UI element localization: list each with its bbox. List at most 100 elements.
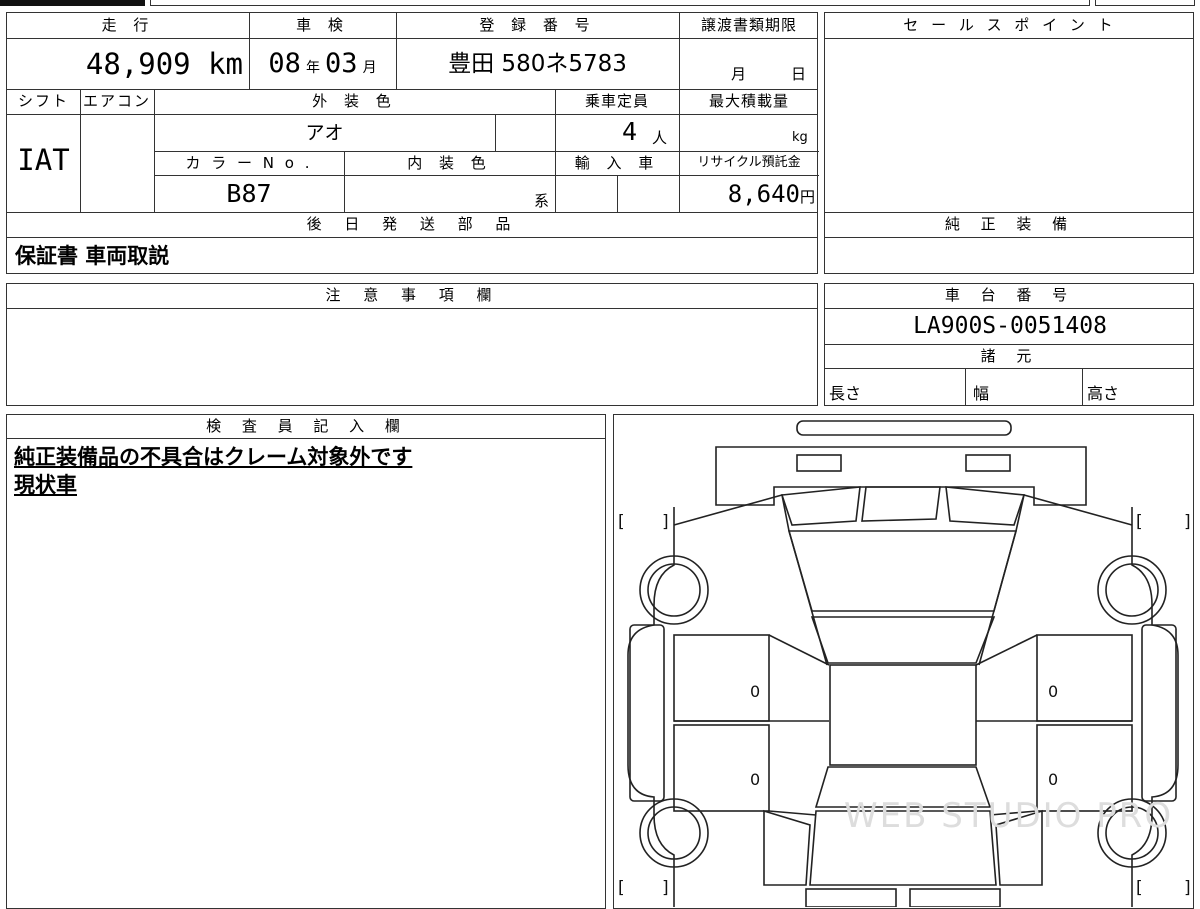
col-divider [495, 114, 496, 151]
row-divider [825, 237, 1193, 238]
inspector-note-line2: 現状車 [14, 473, 77, 497]
top-strip [0, 0, 1200, 6]
hood-center-panel [861, 486, 941, 522]
left-front-door [673, 634, 770, 722]
mileage-label: 走 行 [101, 16, 155, 34]
genuine-equipment-label: 純 正 装 備 [944, 215, 1076, 233]
notes-box: 注 意 事 項 欄 [6, 283, 818, 406]
inspector-label: 検 査 員 記 入 欄 [206, 417, 408, 435]
bracket-br-open: [ [1136, 878, 1143, 898]
recycle-amount: 8,640円 [679, 179, 815, 212]
row-divider [7, 308, 817, 309]
inspection-year: 08 [268, 48, 301, 79]
capacity-value: 4 [621, 117, 637, 146]
chassis-box: 車 台 番 号 LA900S-0051408 諸 元 長さ 幅 高さ [824, 283, 1194, 406]
right-front-door [1036, 634, 1133, 722]
subrow-divider [154, 175, 819, 176]
color-no-label: カ ラ ー N o . [185, 154, 313, 172]
vehicle-info-table: 走 行 車 検 登 録 番 号 譲渡書類期限 48,909 km 08 年 03… [6, 12, 819, 274]
aircon-label: エアコン [82, 92, 151, 110]
col-divider [1082, 368, 1083, 405]
transfer-day-unit: 日 [791, 65, 807, 83]
tire-right-front-value: 0 [1048, 682, 1058, 701]
rear-bumper-left [805, 888, 897, 907]
right-body-outline [1131, 507, 1179, 907]
inspection-year-unit: 年 [305, 60, 320, 76]
inspection-label: 車 検 [296, 16, 349, 34]
car-diagram-box: [ ] [ ] [ ] [ ] 0 0 0 0 WEB STUDIO PRO [613, 414, 1194, 909]
capacity-label: 乗車定員 [584, 92, 649, 110]
interior-color-unit: 系 [534, 192, 550, 210]
mileage-value: 48,909 km [85, 47, 243, 81]
row-divider [7, 114, 817, 115]
top-strip-black-tab [0, 0, 145, 6]
bracket-br-close: ] [1184, 878, 1191, 898]
inspection-month: 03 [325, 48, 358, 79]
row-divider [825, 368, 1193, 369]
row-divider [7, 38, 817, 39]
right-rocker [1141, 624, 1177, 802]
windshield [810, 616, 996, 664]
registration-value: 豊田 580ネ5783 [448, 51, 627, 77]
tire-left-front-value: 0 [750, 682, 760, 701]
top-strip-box [150, 0, 1090, 6]
row-divider [7, 237, 817, 238]
exterior-color-value: アオ [305, 122, 344, 144]
car-diagram: [ ] [ ] [ ] [ ] 0 0 0 0 WEB STUDIO PRO [618, 420, 1191, 907]
registration-label: 登 録 番 号 [479, 16, 596, 34]
sales-point-label: セ ー ル ス ポ イ ン ト [903, 16, 1117, 34]
capacity-unit: 人 [652, 129, 668, 147]
row-divider [825, 38, 1193, 39]
headlight-right [965, 454, 1011, 472]
wheel-front-right [1097, 555, 1167, 625]
interior-color-label: 内 装 色 [407, 154, 492, 172]
inspector-note-line1: 純正装備品の不具合はクレーム対象外です [14, 445, 413, 469]
length-label: 長さ [829, 384, 862, 403]
left-body-outline [627, 507, 675, 907]
max-load-unit: kg [792, 130, 808, 145]
left-rear-door [673, 724, 770, 812]
left-fender-line [673, 493, 828, 666]
rear-bumper-right [909, 888, 1001, 907]
color-no-value: B87 [226, 179, 272, 208]
bracket-tr-close: ] [1184, 512, 1191, 532]
inspection-date: 08 年 03 月 [249, 47, 396, 85]
width-label: 幅 [973, 384, 990, 403]
height-label: 高さ [1087, 384, 1120, 403]
sales-point-box: セ ー ル ス ポ イ ン ト 純 正 装 備 [824, 12, 1194, 274]
bracket-bl-close: ] [662, 878, 669, 898]
chassis-value: LA900S-0051408 [913, 313, 1107, 339]
inspection-month-unit: 月 [362, 60, 377, 76]
row-divider [825, 308, 1193, 309]
tire-left-rear-value: 0 [750, 770, 760, 789]
later-parts-label: 後 日 発 送 部 品 [306, 215, 520, 233]
right-fender-line [978, 494, 1133, 666]
bracket-tl-open: [ [618, 512, 625, 532]
notes-label: 注 意 事 項 欄 [325, 286, 501, 304]
watermark: WEB STUDIO PRO [844, 796, 1173, 836]
bracket-tr-open: [ [1136, 512, 1143, 532]
top-strip-box-right [1095, 0, 1195, 6]
tire-right-rear-value: 0 [1048, 770, 1058, 789]
specs-label: 諸 元 [980, 347, 1040, 365]
front-bumper [796, 420, 1012, 436]
exterior-color-label: 外 装 色 [312, 92, 397, 110]
max-load-label: 最大積載量 [708, 92, 789, 110]
chassis-label: 車 台 番 号 [944, 286, 1076, 304]
left-rear-fender [763, 809, 811, 886]
hood-left-panel [780, 486, 861, 526]
hood-right-panel [945, 486, 1026, 526]
hood [787, 530, 1018, 612]
left-rocker [629, 624, 665, 802]
bracket-bl-open: [ [618, 878, 625, 898]
import-label: 輸 入 車 [574, 154, 660, 172]
bracket-tl-close: ] [662, 512, 669, 532]
inspector-box: 検 査 員 記 入 欄 純正装備品の不具合はクレーム対象外です 現状車 [6, 414, 606, 909]
later-parts-value: 保証書 車両取説 [15, 244, 170, 268]
headlight-left [796, 454, 842, 472]
col-divider [617, 175, 618, 212]
recycle-label: リサイクル預託金 [697, 155, 801, 170]
recycle-value: 8,640 [727, 180, 800, 208]
recycle-unit: 円 [799, 188, 815, 206]
roof [829, 664, 977, 766]
